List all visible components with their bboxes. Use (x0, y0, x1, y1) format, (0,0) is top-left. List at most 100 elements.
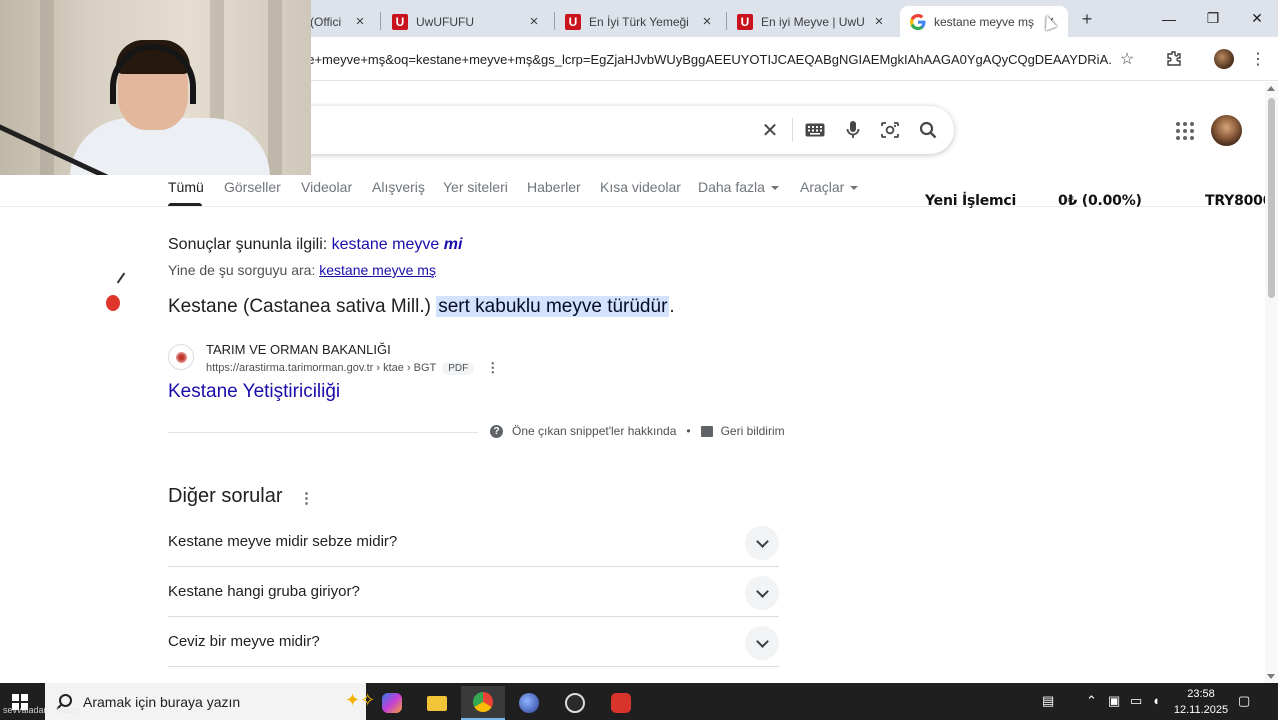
browser-menu-icon[interactable]: ⋮ (1246, 47, 1270, 71)
uwufufu-icon: U (565, 13, 581, 30)
question-item[interactable]: Ceviz bir meyve midir? (168, 617, 779, 667)
network-icon[interactable]: ▭ (1130, 693, 1142, 709)
chevron-down-icon[interactable] (745, 526, 779, 560)
new-tab-button[interactable]: + (1076, 8, 1098, 30)
notifications-icon[interactable]: ▢ (1238, 693, 1250, 709)
minimize-button[interactable]: — (1148, 0, 1190, 37)
other-questions-heading: Diğer sorular (168, 485, 283, 507)
google-apps-icon[interactable] (1174, 120, 1196, 142)
obs-icon (565, 693, 585, 713)
maximize-button[interactable]: ❐ (1192, 0, 1234, 37)
webcam-overlay (0, 0, 311, 175)
tab-tools[interactable]: Araçlar (800, 179, 859, 195)
question-item[interactable]: Kestane meyve midir sebze midir? (168, 517, 779, 567)
more-options-icon[interactable]: ⋮ (299, 489, 314, 507)
chevron-down-icon[interactable] (745, 626, 779, 660)
search-icon[interactable] (917, 119, 939, 141)
chevron-down-icon[interactable] (745, 576, 779, 610)
pointer-dot (106, 295, 120, 311)
tab-news[interactable]: Haberler (527, 179, 581, 195)
windows-taskbar: Aramak için buraya yazın ✦✧ ▤ ⌃ ▣ ▭ ◖ 23… (0, 683, 1278, 720)
camera-search-icon[interactable] (879, 119, 901, 141)
meet-now-icon[interactable]: ▣ (1108, 693, 1120, 709)
uwufufu-icon: U (737, 13, 753, 30)
search-results: Sonuçlar şununla ilgili: kestane meyve m… (0, 207, 1265, 683)
account-avatar[interactable] (1211, 115, 1242, 146)
taskbar-search-box[interactable]: Aramak için buraya yazın ✦✧ (45, 683, 375, 720)
screen: (Offici × U UwUFUFU × U En İyi Türk Yeme… (0, 0, 1278, 720)
tab-close-icon[interactable]: × (871, 13, 887, 30)
spelling-correction: Sonuçlar şununla ilgili: kestane meyve m… (168, 236, 462, 254)
close-window-button[interactable]: ✕ (1236, 0, 1278, 37)
tab-more-label: Daha fazla (698, 179, 765, 195)
bookmark-star-icon[interactable]: ☆ (1115, 47, 1139, 71)
chrome-app[interactable] (461, 686, 505, 720)
tab-images[interactable]: Görseller (224, 179, 281, 195)
question-text: Kestane hangi gruba giriyor? (168, 583, 360, 600)
source-favicon-icon (168, 344, 194, 370)
question-item[interactable]: Kestane hangi gruba giriyor? (168, 567, 779, 617)
profile-avatar[interactable] (1212, 47, 1236, 71)
feedback-link[interactable]: Geri bildirim (721, 424, 785, 438)
volume-icon[interactable]: ◖ (1152, 693, 1160, 708)
divider (168, 432, 478, 433)
file-explorer-app[interactable] (415, 686, 459, 720)
tab-title: En iyi Meyve | UwUFU (761, 14, 865, 29)
clock-date: 12.11.2025 (1173, 704, 1229, 716)
browser-tab-3[interactable]: U En İyi Türk Yemeği | U × (555, 6, 725, 37)
more-options-icon[interactable]: ⋮ (486, 360, 499, 376)
source-url-line: https://arastirma.tarimorman.gov.tr › kt… (206, 360, 499, 376)
copilot-app[interactable] (370, 686, 414, 720)
feedback-icon (700, 425, 713, 437)
original-query-link[interactable]: kestane meyve mş (319, 262, 436, 278)
result-title-link[interactable]: Kestane Yetiştiriciliği (168, 381, 340, 403)
about-snippets-link[interactable]: Öne çıkan snippet'ler hakkında (512, 424, 676, 438)
browser-tab-2[interactable]: U UwUFUFU × (382, 6, 552, 37)
tab-more[interactable]: Daha fazla (698, 179, 779, 195)
source-name[interactable]: TARIM VE ORMAN BAKANLIĞI (206, 342, 391, 357)
search-divider (792, 118, 793, 142)
tab-places[interactable]: Yer siteleri (443, 179, 508, 195)
tab-close-icon[interactable]: × (352, 13, 368, 30)
question-text: Kestane meyve midir sebze midir? (168, 533, 398, 550)
app-blue[interactable] (507, 686, 551, 720)
keyboard-icon[interactable] (804, 119, 826, 141)
clear-search-icon[interactable]: ✕ (759, 119, 781, 142)
corrected-query-link[interactable]: kestane meyve mi (332, 236, 463, 253)
google-icon (910, 13, 926, 30)
browser-tab-1[interactable]: (Offici × (300, 6, 378, 37)
tab-shopping[interactable]: Alışveriş (372, 179, 425, 195)
question-text: Ceviz bir meyve midir? (168, 633, 320, 650)
extensions-icon[interactable] (1162, 47, 1186, 71)
page-scrollbar[interactable] (1265, 82, 1278, 683)
scroll-up-icon[interactable] (1267, 86, 1275, 91)
scroll-thumb[interactable] (1268, 98, 1275, 298)
snippet-text-after: . (669, 296, 675, 317)
microphone-icon[interactable] (842, 119, 864, 141)
browser-tab-4[interactable]: U En iyi Meyve | UwUFU × (727, 6, 897, 37)
snippet-footer: ? Öne çıkan snippet'ler hakkında • Geri … (490, 424, 785, 438)
app-red[interactable] (599, 686, 643, 720)
app-icon (611, 693, 631, 713)
tab-all[interactable]: Tümü (168, 179, 204, 195)
tab-close-icon[interactable]: × (699, 13, 715, 30)
keyboard-layout-icon[interactable]: ▤ (1042, 693, 1054, 709)
tab-title: UwUFUFU (416, 14, 474, 29)
chrome-icon (473, 692, 493, 712)
tab-short-videos[interactable]: Kısa videolar (600, 179, 681, 195)
chevron-down-icon (850, 186, 859, 191)
tab-close-icon[interactable]: × (526, 13, 542, 30)
app-obs[interactable] (553, 686, 597, 720)
scroll-down-icon[interactable] (1267, 674, 1275, 679)
search-instead: Yine de şu sorguyu ara: kestane meyve mş (168, 262, 436, 278)
snippet-text-before: Kestane (Castanea sativa Mill.) (168, 296, 431, 317)
help-icon: ? (490, 424, 503, 438)
tab-videos[interactable]: Videolar (301, 179, 352, 195)
correction-prefix: Sonuçlar şununla ilgili: (168, 236, 328, 253)
address-bar[interactable]: ne+meyve+mş&oq=kestane+meyve+mş&gs_lcrp=… (300, 43, 1112, 75)
chevron-up-icon[interactable]: ⌃ (1086, 693, 1097, 709)
source-url[interactable]: https://arastirma.tarimorman.gov.tr › kt… (206, 362, 436, 374)
curtain-fold (268, 0, 282, 175)
app-icon (519, 693, 539, 713)
taskbar-clock[interactable]: 23:58 12.11.2025 (1170, 686, 1232, 718)
